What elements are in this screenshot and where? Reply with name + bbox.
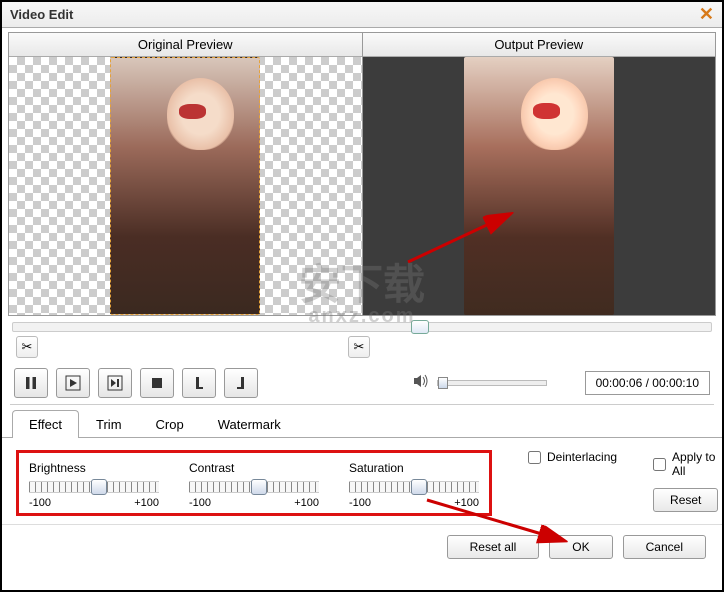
trim-markers-row: ✂ ✂: [2, 332, 722, 358]
contrast-label: Contrast: [189, 461, 319, 475]
apply-all-label: Apply to All: [672, 450, 718, 478]
trim-start-button[interactable]: ✂: [16, 336, 38, 358]
effect-apply-col: Apply to All Reset: [653, 450, 718, 512]
saturation-slider[interactable]: [349, 481, 479, 493]
timeline-track[interactable]: [12, 322, 712, 332]
tabs: Effect Trim Crop Watermark: [2, 409, 722, 438]
effect-options: Deinterlacing: [528, 450, 617, 464]
reset-all-button[interactable]: Reset all: [447, 535, 540, 559]
scissors-icon: ✂: [354, 339, 365, 355]
video-edit-window: Video Edit ✕ Original Preview Output Pre…: [0, 0, 724, 592]
output-preview-viewport: [363, 57, 716, 315]
deinterlacing-checkbox[interactable]: [528, 451, 541, 464]
saturation-label: Saturation: [349, 461, 479, 475]
saturation-min: -100: [349, 497, 371, 509]
titlebar: Video Edit ✕: [2, 2, 722, 28]
volume-slider[interactable]: [437, 380, 547, 386]
cancel-button[interactable]: Cancel: [623, 535, 706, 559]
playback-controls: 00:00:06 / 00:00:10: [2, 358, 722, 404]
contrast-max: +100: [294, 497, 319, 509]
brightness-slider[interactable]: [29, 481, 159, 493]
play-button[interactable]: [56, 368, 90, 398]
tab-effect[interactable]: Effect: [12, 410, 79, 438]
brightness-min: -100: [29, 497, 51, 509]
output-frame-image: [464, 57, 614, 315]
contrast-thumb[interactable]: [251, 479, 267, 495]
saturation-thumb[interactable]: [411, 479, 427, 495]
contrast-slider[interactable]: [189, 481, 319, 493]
tab-watermark[interactable]: Watermark: [201, 410, 298, 438]
ok-button[interactable]: OK: [549, 535, 612, 559]
original-frame-image: [110, 57, 260, 315]
mark-out-button[interactable]: [224, 368, 258, 398]
dialog-footer: Reset all OK Cancel: [2, 524, 722, 573]
trim-end-button[interactable]: ✂: [348, 336, 370, 358]
time-display: 00:00:06 / 00:00:10: [585, 371, 710, 395]
deinterlacing-label: Deinterlacing: [547, 450, 617, 464]
timeline-row: [2, 316, 722, 332]
preview-row: Original Preview Output Preview: [2, 28, 722, 316]
effect-sliders-group: Brightness -100 +100 Contrast -100 +100 Sa…: [16, 450, 492, 516]
step-forward-button[interactable]: [98, 368, 132, 398]
effect-panel: Brightness -100 +100 Contrast -100 +100 Sa…: [2, 438, 722, 524]
contrast-min: -100: [189, 497, 211, 509]
volume-control: [413, 373, 547, 394]
brightness-label: Brightness: [29, 461, 159, 475]
apply-all-checkbox[interactable]: [653, 458, 666, 471]
speaker-icon[interactable]: [413, 373, 431, 394]
saturation-max: +100: [454, 497, 479, 509]
mark-in-button[interactable]: [182, 368, 216, 398]
original-preview-label: Original Preview: [9, 33, 362, 57]
apply-all-checkbox-row[interactable]: Apply to All: [653, 450, 718, 478]
pause-button[interactable]: [14, 368, 48, 398]
reset-effect-button[interactable]: Reset: [653, 488, 718, 512]
saturation-slider-group: Saturation -100 +100: [349, 461, 479, 509]
original-preview-panel: Original Preview: [8, 32, 363, 316]
deinterlacing-checkbox-row[interactable]: Deinterlacing: [528, 450, 617, 464]
tab-crop[interactable]: Crop: [139, 410, 201, 438]
contrast-slider-group: Contrast -100 +100: [189, 461, 319, 509]
window-title: Video Edit: [10, 7, 73, 22]
scissors-icon: ✂: [22, 339, 33, 355]
volume-thumb[interactable]: [438, 377, 448, 389]
original-preview-viewport: [9, 57, 362, 315]
brightness-thumb[interactable]: [91, 479, 107, 495]
close-icon[interactable]: ✕: [699, 4, 714, 25]
stop-button[interactable]: [140, 368, 174, 398]
brightness-max: +100: [134, 497, 159, 509]
output-preview-label: Output Preview: [363, 33, 716, 57]
tab-trim[interactable]: Trim: [79, 410, 139, 438]
timeline-thumb[interactable]: [411, 320, 429, 334]
brightness-slider-group: Brightness -100 +100: [29, 461, 159, 509]
output-preview-panel: Output Preview: [363, 32, 717, 316]
